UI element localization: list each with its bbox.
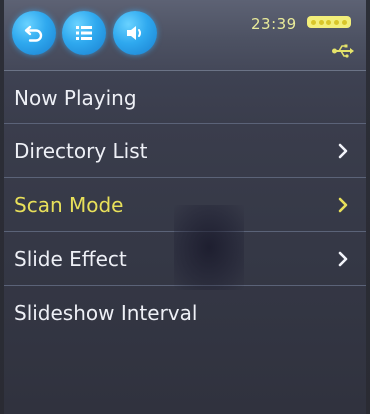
chevron-right-icon — [338, 143, 348, 159]
back-icon — [24, 25, 43, 42]
battery-icon — [307, 16, 351, 28]
clock: 23:39 — [251, 15, 297, 33]
settings-menu: Now Playing Directory List Scan Mode Sli… — [4, 70, 366, 340]
menu-item-label: Now Playing — [14, 86, 137, 110]
back-button[interactable] — [12, 11, 56, 55]
volume-button[interactable] — [113, 11, 157, 55]
menu-item-directory-list[interactable]: Directory List — [4, 124, 366, 178]
volume-icon — [127, 26, 141, 40]
menu-item-scan-mode[interactable]: Scan Mode — [4, 178, 366, 232]
menu-item-slideshow-interval[interactable]: Slideshow Interval — [4, 286, 366, 340]
menu-item-slide-effect[interactable]: Slide Effect — [4, 232, 366, 286]
usb-icon — [332, 44, 354, 58]
menu-item-label: Directory List — [14, 139, 148, 163]
menu-item-label: Slide Effect — [14, 247, 127, 271]
chevron-right-icon — [338, 251, 348, 267]
list-button[interactable] — [62, 11, 106, 55]
device-frame: 23:39 Now Playing Directory List Scan Mo… — [0, 0, 370, 414]
list-icon — [76, 26, 92, 40]
top-bar: 23:39 — [4, 0, 366, 70]
menu-item-now-playing[interactable]: Now Playing — [4, 70, 366, 124]
chevron-right-icon — [338, 197, 348, 213]
menu-item-label: Scan Mode — [14, 193, 124, 217]
menu-item-label: Slideshow Interval — [14, 301, 198, 325]
screen: 23:39 Now Playing Directory List Scan Mo… — [4, 0, 366, 414]
